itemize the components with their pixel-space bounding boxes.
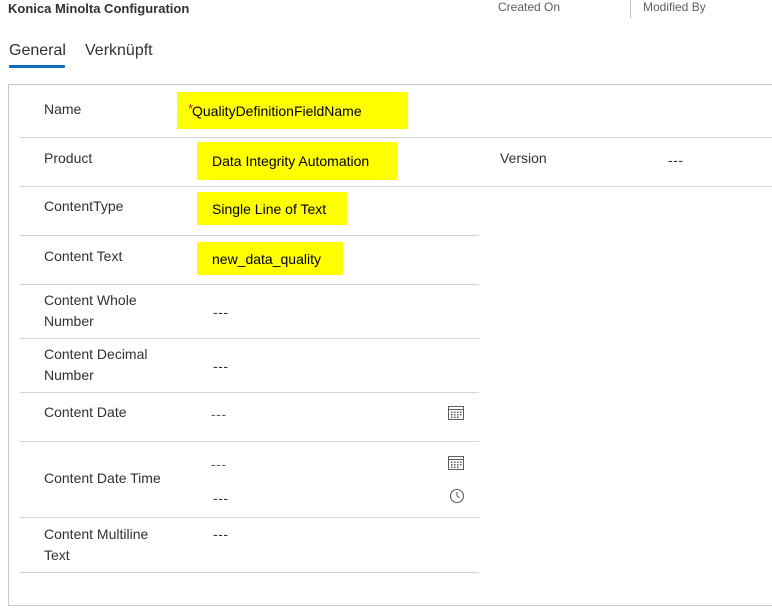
content-decimal-number-field[interactable]: --- xyxy=(213,358,229,374)
row-divider xyxy=(20,137,772,138)
content-text-label: Content Text xyxy=(44,248,123,264)
content-type-label: ContentType xyxy=(44,198,124,214)
name-label: Name xyxy=(44,101,82,117)
content-multiline-text-label-line1: Content Multiline xyxy=(44,526,149,542)
content-whole-number-field[interactable]: --- xyxy=(213,304,229,320)
name-field[interactable]: QualityDefinitionFieldName xyxy=(177,92,408,129)
calendar-icon[interactable] xyxy=(447,454,465,472)
content-multiline-text-label-line2: Text xyxy=(44,547,70,563)
modified-by-label: Modified By xyxy=(643,0,706,14)
content-whole-number-label-line1: Content Whole xyxy=(44,292,137,308)
row-divider xyxy=(20,572,479,573)
row-divider xyxy=(20,517,479,518)
calendar-icon[interactable] xyxy=(447,404,465,422)
row-divider xyxy=(20,284,479,285)
row-divider xyxy=(20,441,479,442)
header-divider xyxy=(630,0,631,18)
product-label: Product xyxy=(44,150,93,166)
tab-general[interactable]: General xyxy=(9,42,66,60)
row-divider xyxy=(20,392,479,393)
clock-icon[interactable] xyxy=(448,487,466,505)
tab-verknuepft[interactable]: Verknüpft xyxy=(85,42,153,60)
row-divider xyxy=(20,186,772,187)
content-date-time-time-field[interactable]: --- xyxy=(213,490,229,506)
version-label: Version xyxy=(500,150,547,166)
content-multiline-text-field[interactable]: --- xyxy=(213,526,229,542)
content-whole-number-label-line2: Number xyxy=(44,313,94,329)
content-decimal-number-label-line1: Content Decimal xyxy=(44,346,148,362)
content-date-field[interactable]: --- xyxy=(211,406,227,422)
row-divider xyxy=(20,235,479,236)
version-value[interactable]: --- xyxy=(668,152,684,168)
required-marker: * xyxy=(188,101,194,116)
page-title: Konica Minolta Configuration xyxy=(8,1,190,16)
content-type-field[interactable]: Single Line of Text xyxy=(197,192,347,225)
product-field[interactable]: Data Integrity Automation xyxy=(197,142,397,180)
content-decimal-number-label-line2: Number xyxy=(44,367,94,383)
tab-selected-indicator xyxy=(9,65,65,68)
row-divider xyxy=(20,338,479,339)
content-text-field[interactable]: new_data_quality xyxy=(197,242,343,275)
content-date-time-date-field[interactable]: --- xyxy=(211,456,227,472)
created-on-label: Created On xyxy=(498,0,561,14)
content-date-time-label: Content Date Time xyxy=(44,470,161,486)
content-date-label: Content Date xyxy=(44,404,127,420)
